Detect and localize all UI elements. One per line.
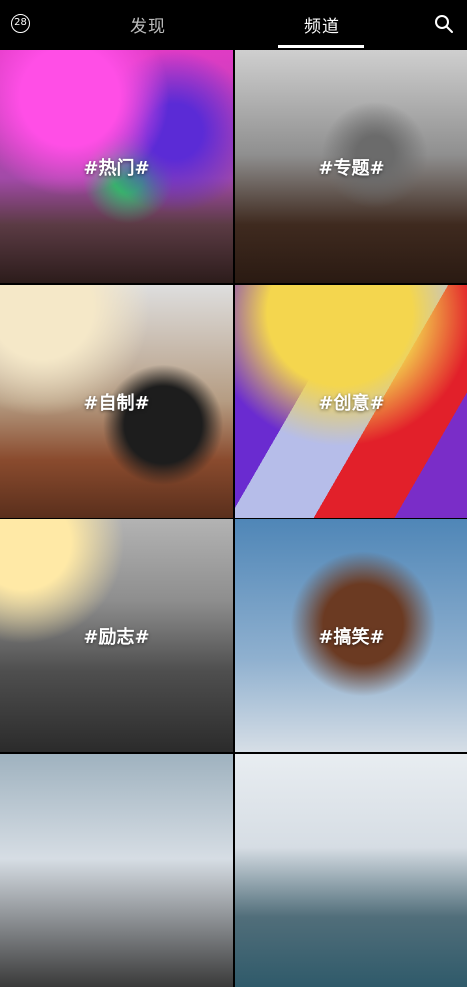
channel-label: #专题#: [318, 157, 385, 179]
channel-label: #励志#: [83, 626, 150, 648]
tab-channels[interactable]: 频道: [304, 12, 340, 37]
channel-tile-funny[interactable]: #搞笑#: [235, 519, 467, 752]
channel-grid: #热门# #专题# #自制# #创意# #励志# #搞笑#: [0, 50, 467, 987]
channel-tile-motivate[interactable]: #励志#: [0, 519, 233, 752]
notification-count-badge[interactable]: 28: [11, 14, 30, 33]
top-bar: 28 发现 频道: [0, 0, 467, 50]
channel-tile-special[interactable]: #专题#: [235, 50, 467, 283]
channel-tile-creative[interactable]: #创意#: [235, 285, 467, 518]
channel-label: #热门#: [83, 157, 150, 179]
channel-label: #自制#: [83, 392, 150, 414]
channel-tile-hot[interactable]: #热门#: [0, 50, 233, 283]
channel-label: #创意#: [318, 392, 385, 414]
channel-tile-partial-2[interactable]: [235, 754, 467, 987]
active-tab-underline: [278, 45, 364, 48]
channel-tile-diy[interactable]: #自制#: [0, 285, 233, 518]
search-button[interactable]: [434, 14, 454, 34]
channel-tile-partial-1[interactable]: [0, 754, 233, 987]
search-icon: [435, 15, 453, 33]
tab-discover[interactable]: 发现: [130, 12, 166, 37]
channel-label: #搞笑#: [318, 626, 385, 648]
